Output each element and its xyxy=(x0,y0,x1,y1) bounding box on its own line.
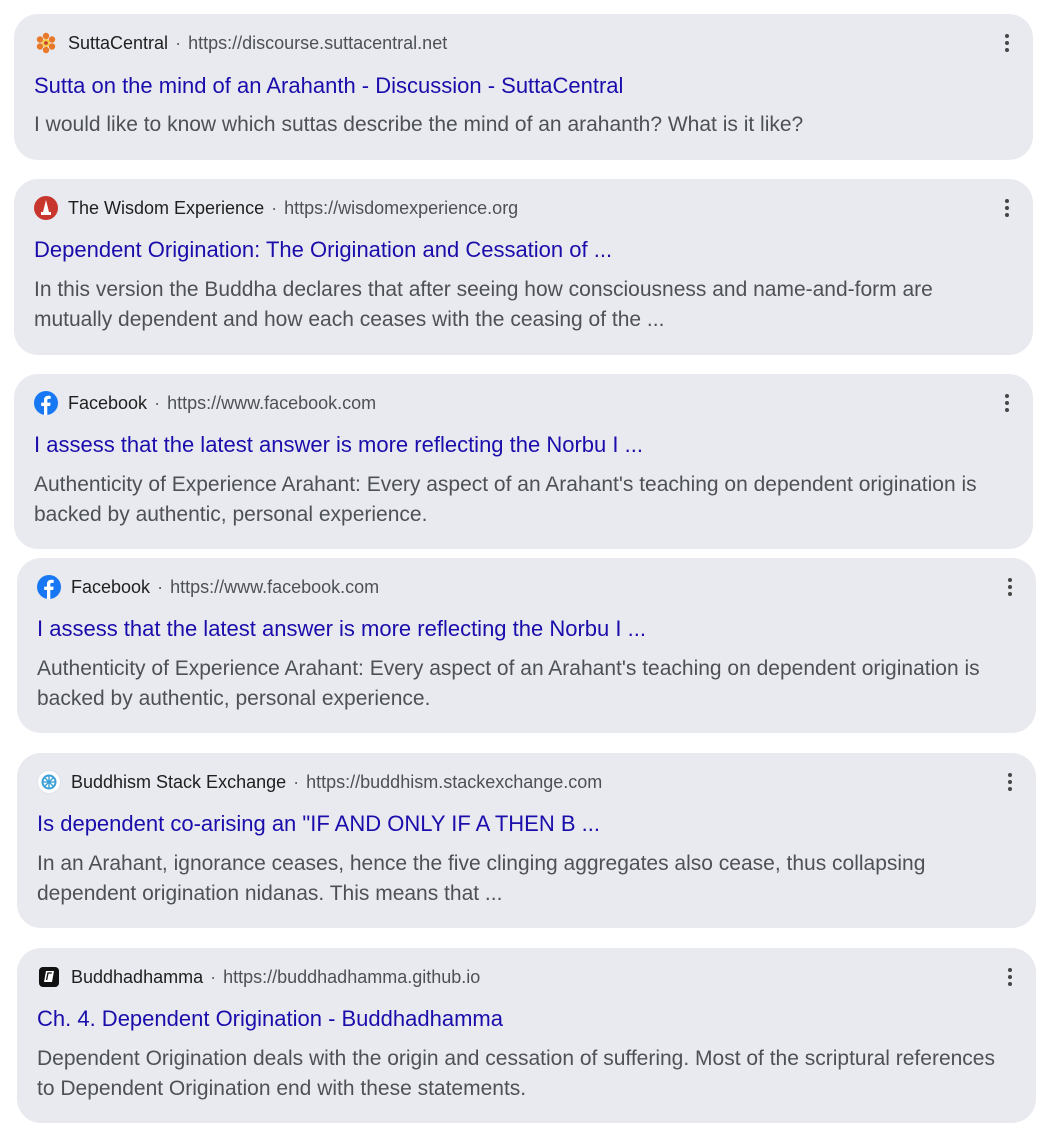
dot xyxy=(1005,48,1009,52)
more-options-button[interactable] xyxy=(1002,964,1018,990)
result-snippet: In an Arahant, ignorance ceases, hence t… xyxy=(37,852,926,905)
result-snippet: In this version the Buddha declares that… xyxy=(34,278,933,331)
search-result-card: Facebook · https://www.facebook.com I as… xyxy=(14,374,1033,549)
site-url: https://wisdomexperience.org xyxy=(284,197,519,218)
result-title-link[interactable]: Sutta on the mind of an Arahanth - Discu… xyxy=(34,73,1003,99)
result-snippet: I would like to know which suttas descri… xyxy=(34,113,804,136)
dot xyxy=(1008,773,1012,777)
site-url: https://discourse.suttacentral.net xyxy=(188,32,448,53)
result-title-link[interactable]: I assess that the latest answer is more … xyxy=(34,432,1003,458)
buddhadhamma-book-icon xyxy=(37,965,61,989)
site-name: Facebook xyxy=(71,576,151,597)
result-snippet: Authenticity of Experience Arahant: Ever… xyxy=(37,657,980,710)
separator: · xyxy=(210,966,217,987)
dot xyxy=(1005,41,1009,45)
site-url: https://buddhism.stackexchange.com xyxy=(306,771,603,792)
dot xyxy=(1008,578,1012,582)
dot xyxy=(1005,213,1009,217)
more-options-button[interactable] xyxy=(1002,769,1018,795)
site-name: The Wisdom Experience xyxy=(68,197,265,218)
separator: · xyxy=(293,771,300,792)
site-url: https://www.facebook.com xyxy=(170,576,380,597)
separator: · xyxy=(154,392,161,413)
result-source[interactable]: Facebook · https://www.facebook.com xyxy=(37,574,976,600)
site-name: SuttaCentral xyxy=(68,32,169,53)
site-name: Buddhism Stack Exchange xyxy=(71,771,287,792)
dot xyxy=(1005,408,1009,412)
result-title-link[interactable]: Is dependent co-arising an "IF AND ONLY … xyxy=(37,811,1006,837)
dot xyxy=(1008,975,1012,979)
more-options-button[interactable] xyxy=(999,30,1015,56)
search-result-card: SuttaCentral · https://discourse.suttace… xyxy=(14,14,1033,160)
dot xyxy=(1005,206,1009,210)
more-options-button[interactable] xyxy=(1002,574,1018,600)
dot xyxy=(1008,982,1012,986)
facebook-icon xyxy=(37,575,61,599)
result-source[interactable]: The Wisdom Experience · https://wisdomex… xyxy=(34,195,973,221)
more-options-button[interactable] xyxy=(999,390,1015,416)
facebook-icon xyxy=(34,391,58,415)
dot xyxy=(1008,585,1012,589)
search-result-card: The Wisdom Experience · https://wisdomex… xyxy=(14,179,1033,355)
result-snippet: Dependent Origination deals with the ori… xyxy=(37,1047,995,1100)
site-url: https://buddhadhamma.github.io xyxy=(223,966,481,987)
result-source[interactable]: Buddhism Stack Exchange · https://buddhi… xyxy=(37,769,976,795)
separator: · xyxy=(175,32,182,53)
separator: · xyxy=(271,197,278,218)
result-source[interactable]: SuttaCentral · https://discourse.suttace… xyxy=(34,30,973,56)
result-source[interactable]: Buddhadhamma · https://buddhadhamma.gith… xyxy=(37,964,976,990)
dot xyxy=(1008,787,1012,791)
site-name: Buddhadhamma xyxy=(71,966,204,987)
result-snippet: Authenticity of Experience Arahant: Ever… xyxy=(34,473,977,526)
site-name: Facebook xyxy=(68,392,148,413)
dot xyxy=(1005,394,1009,398)
site-url: https://www.facebook.com xyxy=(167,392,377,413)
dot xyxy=(1008,780,1012,784)
search-result-card: Facebook · https://www.facebook.com I as… xyxy=(17,558,1036,733)
result-title-link[interactable]: Ch. 4. Dependent Origination - Buddhadha… xyxy=(37,1006,1006,1032)
dot xyxy=(1005,199,1009,203)
search-result-card: Buddhism Stack Exchange · https://buddhi… xyxy=(17,753,1036,928)
separator: · xyxy=(157,576,164,597)
result-title-link[interactable]: Dependent Origination: The Origination a… xyxy=(34,237,1003,263)
dot xyxy=(1005,401,1009,405)
result-source[interactable]: Facebook · https://www.facebook.com xyxy=(34,390,973,416)
dot xyxy=(1005,34,1009,38)
wisdom-stupa-icon xyxy=(34,196,58,220)
suttacentral-flower-icon xyxy=(34,31,58,55)
dot xyxy=(1008,968,1012,972)
stackexchange-dharma-wheel-icon xyxy=(37,770,61,794)
result-title-link[interactable]: I assess that the latest answer is more … xyxy=(37,616,1006,642)
dot xyxy=(1008,592,1012,596)
search-result-card: Buddhadhamma · https://buddhadhamma.gith… xyxy=(17,948,1036,1123)
more-options-button[interactable] xyxy=(999,195,1015,221)
